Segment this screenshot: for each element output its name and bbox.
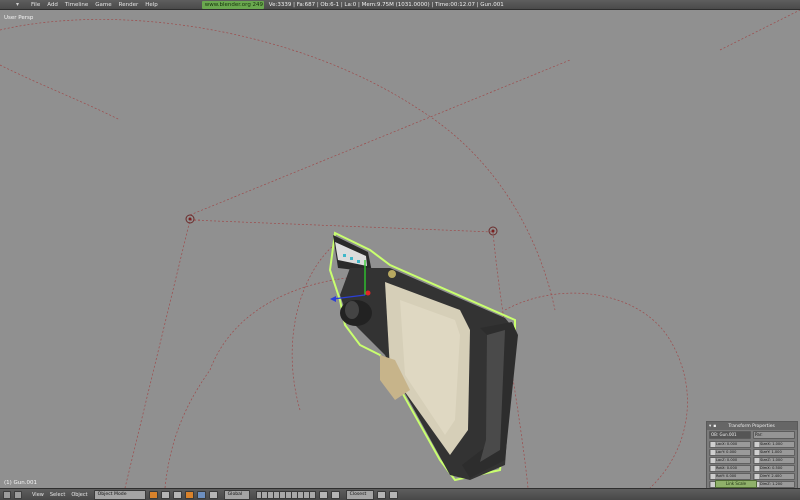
loc-y-field[interactable]: LocY: 0.000: [709, 449, 751, 456]
gun-model[interactable]: [328, 231, 518, 482]
panel-title: Transform Properties: [728, 423, 775, 429]
rot-y-field[interactable]: RotY: 0.000: [709, 473, 751, 480]
scale-manipulator-icon[interactable]: [208, 490, 218, 499]
draw-type-icon[interactable]: [148, 490, 158, 499]
lock-icon[interactable]: [711, 474, 715, 479]
window-type-icon[interactable]: ▾: [16, 2, 21, 8]
lock-icon[interactable]: [711, 450, 715, 455]
path-curve-left: [0, 64, 121, 121]
link-scale-button[interactable]: Link Scale: [715, 480, 757, 488]
menu-file[interactable]: File: [31, 2, 40, 8]
circle-right: [504, 292, 688, 488]
circle-center: [291, 239, 341, 411]
opengl-render-icon[interactable]: [388, 490, 398, 499]
lock-icon[interactable]: [755, 458, 759, 463]
translate-manipulator-icon[interactable]: [184, 490, 194, 499]
scene-canvas[interactable]: [0, 10, 800, 488]
loc-x-field[interactable]: LocX: 0.000: [709, 441, 751, 448]
scene-field[interactable]: www.blender.org 249: [201, 0, 264, 9]
menu-add[interactable]: Add: [47, 2, 58, 8]
scene-stats: Ve:3339 | Fa:687 | Ob:6-1 | La:0 | Mem:9…: [268, 1, 504, 8]
lock-icon[interactable]: [755, 450, 759, 455]
lamp-link-line: [189, 219, 494, 233]
dim-z-field[interactable]: DimZ: 1.200: [753, 481, 795, 488]
layer-buttons[interactable]: [255, 490, 316, 499]
collapse-menu-icon[interactable]: [14, 490, 22, 499]
menu-view[interactable]: View: [32, 492, 44, 498]
snap-target-select[interactable]: Closest: [345, 489, 374, 500]
view-label: User Persp: [4, 15, 34, 21]
circle-left-bottom: [164, 369, 211, 488]
lock-icon[interactable]: [755, 466, 759, 471]
main-menu: File Add Timeline Game Render Help: [31, 2, 158, 8]
camera-line-upper: [719, 10, 800, 51]
lock-icon[interactable]: [711, 442, 715, 447]
panel-header[interactable]: ▾ ▪ Transform Properties: [707, 422, 797, 430]
menu-help[interactable]: Help: [145, 2, 158, 8]
panel-pin-icon[interactable]: ▪: [713, 424, 716, 429]
parent-field[interactable]: Par:: [753, 431, 795, 439]
layer-button[interactable]: [309, 490, 316, 499]
lock-layers-icon[interactable]: [318, 490, 328, 499]
3d-viewport[interactable]: User Persp (1) Gun.001: [0, 10, 800, 488]
menu-object[interactable]: Object: [71, 492, 87, 498]
top-header-bar: ▾ File Add Timeline Game Render Help www…: [0, 0, 800, 10]
mode-select[interactable]: Object Mode: [93, 489, 146, 500]
editor-type-icon[interactable]: [3, 490, 11, 499]
size-x-field[interactable]: SizeX: 1.000: [753, 441, 795, 448]
loc-z-field[interactable]: LocZ: 0.000: [709, 457, 751, 464]
lock-icon[interactable]: [755, 474, 759, 479]
panel-collapse-icon[interactable]: ▾: [709, 424, 711, 429]
lamp-icon-left[interactable]: [185, 214, 195, 224]
transform-orientation-select[interactable]: Global: [223, 489, 250, 500]
size-y-field[interactable]: SizeY: 1.000: [753, 449, 795, 456]
relationship-lines: [0, 10, 800, 488]
menu-render[interactable]: Render: [119, 2, 139, 8]
rot-x-field[interactable]: RotX: 0.000: [709, 465, 751, 472]
pivot-icon[interactable]: [160, 490, 170, 499]
lock-icon[interactable]: [711, 466, 715, 471]
render-preview-icon[interactable]: [376, 490, 386, 499]
dim-x-field[interactable]: DimX: 0.500: [753, 465, 795, 472]
viewport-menu: View Select Object: [32, 492, 88, 498]
snap-toggle-icon[interactable]: [330, 490, 340, 499]
lock-icon[interactable]: [711, 458, 715, 463]
dim-y-field[interactable]: DimY: 2.400: [753, 473, 795, 480]
lamp-line-left: [124, 219, 200, 488]
viewport-header-bar: View Select Object Object Mode Global Cl…: [0, 488, 800, 500]
menu-select[interactable]: Select: [50, 492, 65, 498]
active-object-label: (1) Gun.001: [4, 480, 38, 486]
transform-properties-panel: ▾ ▪ Transform Properties OB: Gun.001 Par…: [706, 421, 798, 489]
size-z-field[interactable]: SizeZ: 1.000: [753, 457, 795, 464]
rotate-manipulator-icon[interactable]: [196, 490, 206, 499]
lock-icon[interactable]: [755, 442, 759, 447]
menu-game[interactable]: Game: [95, 2, 111, 8]
path-curve-large: [0, 19, 556, 311]
object-name-field[interactable]: OB: Gun.001: [709, 431, 751, 439]
manipulator-toggle-icon[interactable]: [172, 490, 182, 499]
menu-timeline[interactable]: Timeline: [65, 2, 88, 8]
camera-line: [189, 59, 571, 216]
